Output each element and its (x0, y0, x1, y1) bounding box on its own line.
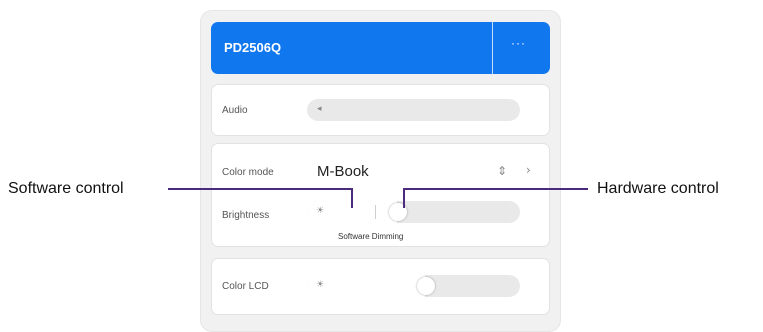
hardware-callout-line (403, 188, 588, 190)
brightness-label: Brightness (222, 210, 270, 221)
device-title: PD2506Q (224, 40, 282, 55)
audio-volume-slider[interactable]: ◂ (307, 99, 520, 121)
device-header[interactable]: PD2506Q ··· (211, 22, 550, 74)
chevron-right-icon[interactable]: › (526, 163, 531, 177)
software-control-callout: Software control (8, 180, 124, 197)
header-divider (492, 22, 493, 74)
software-hardware-boundary (375, 205, 376, 219)
color-lcd-slider[interactable]: ☀ (307, 275, 520, 297)
sun-icon: ☀ (316, 280, 325, 290)
up-down-chevron-icon[interactable]: ⇕ (497, 164, 507, 178)
display-card: Color mode M-Book ⇕ › Brightness ☀ Softw… (211, 143, 550, 247)
color-mode-label: Color mode (222, 167, 274, 178)
software-callout-tick (351, 188, 353, 208)
brightness-slider[interactable]: ☀ (307, 201, 520, 223)
software-callout-line (168, 188, 353, 190)
sun-icon: ☀ (316, 206, 325, 216)
color-lcd-label: Color LCD (222, 281, 269, 292)
audio-card: Audio ◂ (211, 84, 550, 136)
speaker-icon: ◂ (317, 104, 322, 114)
hardware-callout-tick (403, 188, 405, 208)
color-lcd-card: Color LCD ☀ (211, 258, 550, 315)
software-dimming-caption: Software Dimming (338, 232, 404, 241)
color-lcd-thumb[interactable] (417, 277, 435, 295)
more-options-button[interactable]: ··· (511, 36, 526, 50)
color-mode-value[interactable]: M-Book (317, 163, 369, 180)
color-lcd-fill (307, 275, 425, 297)
audio-label: Audio (222, 105, 248, 116)
hardware-control-callout: Hardware control (597, 180, 719, 197)
